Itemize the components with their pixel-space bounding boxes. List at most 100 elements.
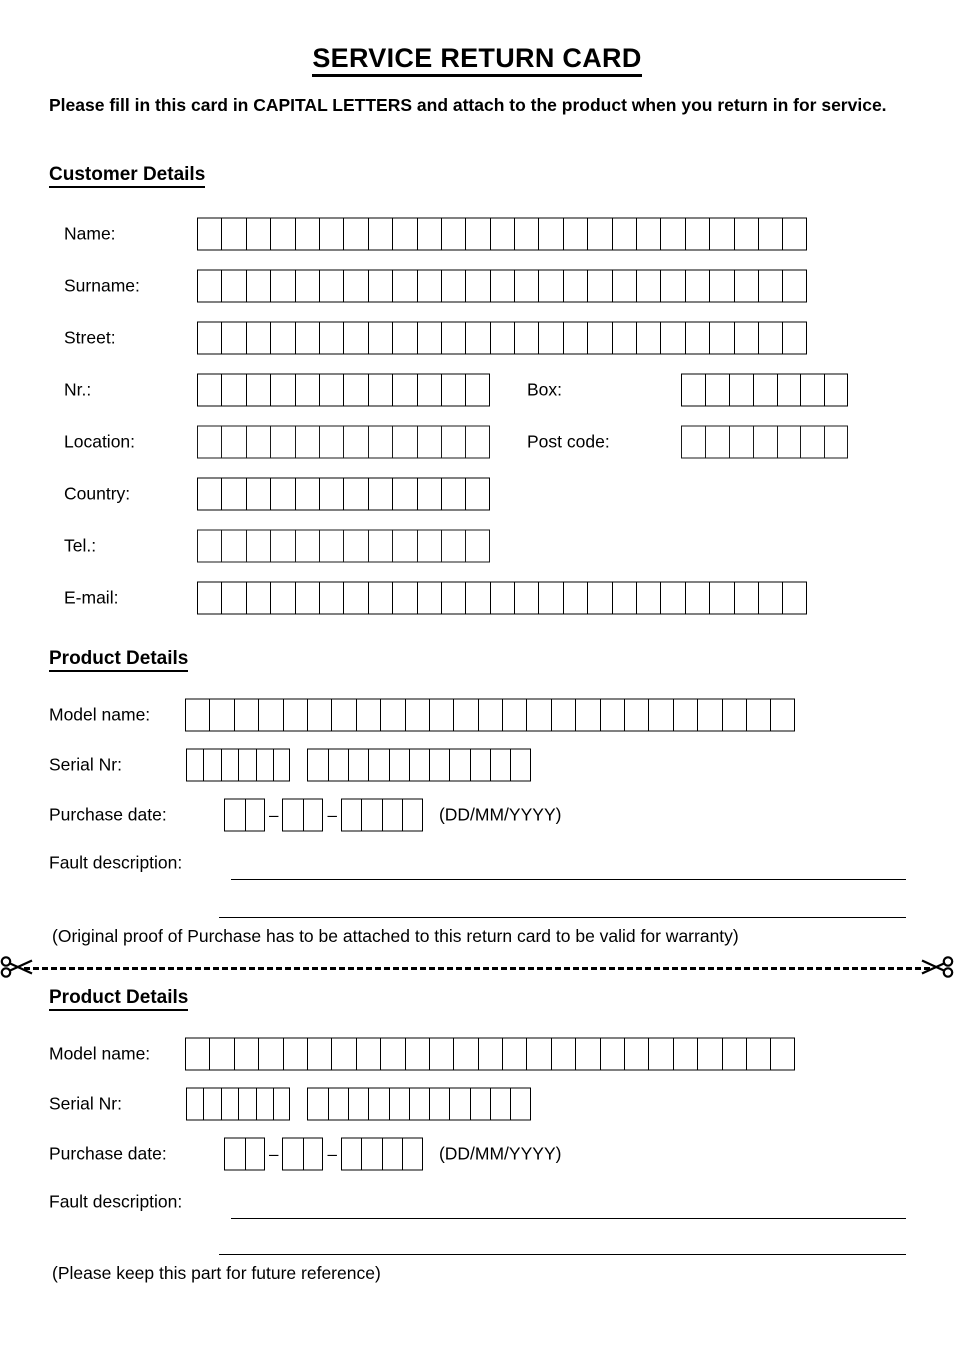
character-cell[interactable] <box>562 581 588 615</box>
input-purchase-year-bottom[interactable] <box>340 1137 423 1171</box>
character-cell[interactable] <box>514 581 539 615</box>
character-cell[interactable] <box>318 373 344 407</box>
character-cell[interactable] <box>392 477 417 511</box>
character-cell[interactable] <box>408 1087 430 1121</box>
character-cell[interactable] <box>587 269 612 303</box>
character-cell[interactable] <box>429 1087 450 1121</box>
character-cell[interactable] <box>343 321 368 355</box>
character-cell[interactable] <box>392 425 417 459</box>
character-cell[interactable] <box>355 698 381 732</box>
character-cell[interactable] <box>465 425 490 459</box>
character-cell[interactable] <box>416 529 441 563</box>
character-cell[interactable] <box>343 477 368 511</box>
character-cell[interactable] <box>306 1037 332 1071</box>
input-serial-prefix-top[interactable] <box>186 748 291 782</box>
character-cell[interactable] <box>404 1037 429 1071</box>
character-cell[interactable] <box>185 1037 210 1071</box>
character-cell[interactable] <box>709 217 734 251</box>
character-cell[interactable] <box>302 798 324 832</box>
character-cell[interactable] <box>306 698 332 732</box>
character-cell[interactable] <box>587 581 612 615</box>
character-cell[interactable] <box>428 1037 454 1071</box>
character-cell[interactable] <box>745 1037 771 1071</box>
character-cell[interactable] <box>440 269 466 303</box>
character-cell[interactable] <box>221 477 246 511</box>
character-cell[interactable] <box>318 321 344 355</box>
character-cell[interactable] <box>270 529 295 563</box>
character-cell[interactable] <box>186 1087 204 1121</box>
input-fault-description-line-1-bottom[interactable] <box>231 1217 906 1219</box>
input-serial-suffix-top[interactable] <box>307 748 531 782</box>
character-cell[interactable] <box>728 425 753 459</box>
character-cell[interactable] <box>514 269 539 303</box>
character-cell[interactable] <box>367 529 393 563</box>
character-cell[interactable] <box>465 477 490 511</box>
character-cell[interactable] <box>538 269 563 303</box>
character-cell[interactable] <box>282 798 303 832</box>
character-cell[interactable] <box>770 698 795 732</box>
character-cell[interactable] <box>416 425 441 459</box>
character-cell[interactable] <box>636 581 661 615</box>
input-purchase-day-bottom[interactable] <box>224 1137 265 1171</box>
character-cell[interactable] <box>270 581 295 615</box>
character-cell[interactable] <box>245 269 271 303</box>
character-cell[interactable] <box>660 269 685 303</box>
character-cell[interactable] <box>514 217 539 251</box>
character-cell[interactable] <box>221 373 246 407</box>
character-cell[interactable] <box>302 1137 324 1171</box>
character-cell[interactable] <box>550 698 576 732</box>
input-purchase-year-top[interactable] <box>340 798 423 832</box>
character-cell[interactable] <box>255 748 273 782</box>
character-cell[interactable] <box>282 698 307 732</box>
character-cell[interactable] <box>244 798 265 832</box>
character-cell[interactable] <box>562 321 588 355</box>
character-cell[interactable] <box>331 698 356 732</box>
character-cell[interactable] <box>270 373 295 407</box>
character-cell[interactable] <box>197 321 222 355</box>
character-cell[interactable] <box>681 425 705 459</box>
input-nr[interactable] <box>197 373 490 407</box>
character-cell[interactable] <box>526 1037 551 1071</box>
character-cell[interactable] <box>343 269 368 303</box>
character-cell[interactable] <box>318 217 344 251</box>
character-cell[interactable] <box>752 425 777 459</box>
character-cell[interactable] <box>245 425 271 459</box>
character-cell[interactable] <box>380 698 405 732</box>
character-cell[interactable] <box>392 373 417 407</box>
character-cell[interactable] <box>220 1087 239 1121</box>
character-cell[interactable] <box>343 581 368 615</box>
character-cell[interactable] <box>684 321 710 355</box>
character-cell[interactable] <box>221 217 246 251</box>
character-cell[interactable] <box>733 217 758 251</box>
character-cell[interactable] <box>233 698 259 732</box>
character-cell[interactable] <box>776 425 801 459</box>
character-cell[interactable] <box>270 477 295 511</box>
character-cell[interactable] <box>721 1037 746 1071</box>
character-cell[interactable] <box>704 425 729 459</box>
character-cell[interactable] <box>510 1087 531 1121</box>
character-cell[interactable] <box>244 1137 265 1171</box>
character-cell[interactable] <box>416 581 441 615</box>
character-cell[interactable] <box>270 321 295 355</box>
character-cell[interactable] <box>440 529 466 563</box>
character-cell[interactable] <box>611 217 637 251</box>
character-cell[interactable] <box>224 798 245 832</box>
character-cell[interactable] <box>258 1037 283 1071</box>
character-cell[interactable] <box>770 1037 795 1071</box>
character-cell[interactable] <box>562 269 588 303</box>
character-cell[interactable] <box>258 698 283 732</box>
character-cell[interactable] <box>404 698 429 732</box>
input-model-name-bottom[interactable] <box>185 1037 795 1071</box>
character-cell[interactable] <box>185 698 210 732</box>
character-cell[interactable] <box>469 1087 491 1121</box>
character-cell[interactable] <box>709 581 734 615</box>
character-cell[interactable] <box>538 581 563 615</box>
character-cell[interactable] <box>660 581 685 615</box>
character-cell[interactable] <box>416 373 441 407</box>
character-cell[interactable] <box>636 269 661 303</box>
character-cell[interactable] <box>388 1087 409 1121</box>
character-cell[interactable] <box>465 269 490 303</box>
character-cell[interactable] <box>733 269 758 303</box>
character-cell[interactable] <box>672 698 698 732</box>
character-cell[interactable] <box>440 321 466 355</box>
